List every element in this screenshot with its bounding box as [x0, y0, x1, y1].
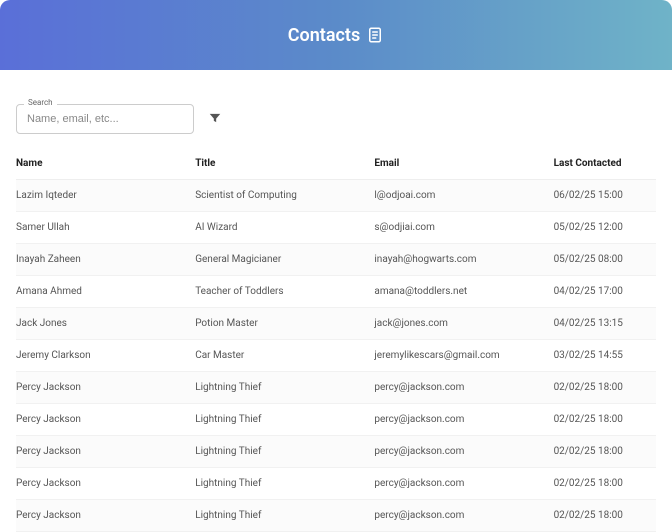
cell-last_contacted: 02/02/25 18:00	[554, 500, 656, 532]
cell-name: Percy Jackson	[16, 436, 195, 468]
cell-last_contacted: 02/02/25 18:00	[554, 372, 656, 404]
cell-email: l@odjoai.com	[374, 180, 553, 212]
cell-name: Percy Jackson	[16, 404, 195, 436]
cell-name: Lazim Iqteder	[16, 180, 195, 212]
cell-email: percy@jackson.com	[374, 436, 553, 468]
app-root: Contacts Search	[0, 0, 672, 532]
table-body: Lazim IqtederScientist of Computingl@odj…	[16, 180, 656, 532]
cell-name: Samer Ullah	[16, 212, 195, 244]
cell-email: amana@toddlers.net	[374, 276, 553, 308]
cell-email: inayah@hogwarts.com	[374, 244, 553, 276]
cell-last_contacted: 02/02/25 18:00	[554, 468, 656, 500]
cell-last_contacted: 04/02/25 13:15	[554, 308, 656, 340]
cell-title: Lightning Thief	[195, 500, 374, 532]
cell-last_contacted: 06/02/25 15:00	[554, 180, 656, 212]
cell-title: Lightning Thief	[195, 436, 374, 468]
table-row[interactable]: Jack JonesPotion Masterjack@jones.com04/…	[16, 308, 656, 340]
page-header: Contacts	[0, 0, 672, 70]
cell-last_contacted: 05/02/25 08:00	[554, 244, 656, 276]
cell-email: percy@jackson.com	[374, 500, 553, 532]
cell-last_contacted: 05/02/25 12:00	[554, 212, 656, 244]
page-body: Search Name Title Email Last Contacted	[0, 70, 672, 532]
page-title: Contacts	[288, 25, 360, 46]
cell-name: Percy Jackson	[16, 500, 195, 532]
table-row[interactable]: Lazim IqtederScientist of Computingl@odj…	[16, 180, 656, 212]
cell-email: jeremylikescars@gmail.com	[374, 340, 553, 372]
table-row[interactable]: Percy JacksonLightning Thiefpercy@jackso…	[16, 436, 656, 468]
filter-icon	[208, 111, 222, 128]
filter-button[interactable]	[204, 108, 226, 130]
table-header: Name Title Email Last Contacted	[16, 148, 656, 180]
cell-last_contacted: 03/02/25 14:55	[554, 340, 656, 372]
cell-email: s@odjiai.com	[374, 212, 553, 244]
col-header-email[interactable]: Email	[374, 148, 553, 180]
cell-email: percy@jackson.com	[374, 468, 553, 500]
table-row[interactable]: Inayah ZaheenGeneral Magicianerinayah@ho…	[16, 244, 656, 276]
cell-last_contacted: 02/02/25 18:00	[554, 436, 656, 468]
cell-title: Lightning Thief	[195, 372, 374, 404]
cell-title: General Magicianer	[195, 244, 374, 276]
table-row[interactable]: Jeremy ClarksonCar Masterjeremylikescars…	[16, 340, 656, 372]
table-row[interactable]: Percy JacksonLightning Thiefpercy@jackso…	[16, 372, 656, 404]
cell-name: Amana Ahmed	[16, 276, 195, 308]
search-label: Search	[24, 98, 57, 107]
table-row[interactable]: Samer UllahAI Wizards@odjiai.com05/02/25…	[16, 212, 656, 244]
cell-name: Percy Jackson	[16, 468, 195, 500]
search-row: Search	[16, 70, 656, 148]
cell-name: Inayah Zaheen	[16, 244, 195, 276]
cell-name: Percy Jackson	[16, 372, 195, 404]
col-header-name[interactable]: Name	[16, 148, 195, 180]
cell-last_contacted: 02/02/25 18:00	[554, 404, 656, 436]
table-row[interactable]: Percy JacksonLightning Thiefpercy@jackso…	[16, 404, 656, 436]
cell-title: Lightning Thief	[195, 468, 374, 500]
col-header-last-contacted[interactable]: Last Contacted	[554, 148, 656, 180]
cell-title: Car Master	[195, 340, 374, 372]
contacts-icon	[366, 26, 384, 44]
cell-title: Teacher of Toddlers	[195, 276, 374, 308]
table-row[interactable]: Amana AhmedTeacher of Toddlersamana@todd…	[16, 276, 656, 308]
cell-email: percy@jackson.com	[374, 404, 553, 436]
search-input[interactable]	[16, 104, 194, 134]
cell-title: AI Wizard	[195, 212, 374, 244]
contacts-table: Name Title Email Last Contacted Lazim Iq…	[16, 148, 656, 532]
cell-title: Scientist of Computing	[195, 180, 374, 212]
cell-last_contacted: 04/02/25 17:00	[554, 276, 656, 308]
search-field-wrap: Search	[16, 104, 194, 134]
table-row[interactable]: Percy JacksonLightning Thiefpercy@jackso…	[16, 500, 656, 532]
col-header-title[interactable]: Title	[195, 148, 374, 180]
cell-email: percy@jackson.com	[374, 372, 553, 404]
cell-email: jack@jones.com	[374, 308, 553, 340]
cell-title: Potion Master	[195, 308, 374, 340]
cell-name: Jack Jones	[16, 308, 195, 340]
table-row[interactable]: Percy JacksonLightning Thiefpercy@jackso…	[16, 468, 656, 500]
cell-title: Lightning Thief	[195, 404, 374, 436]
cell-name: Jeremy Clarkson	[16, 340, 195, 372]
